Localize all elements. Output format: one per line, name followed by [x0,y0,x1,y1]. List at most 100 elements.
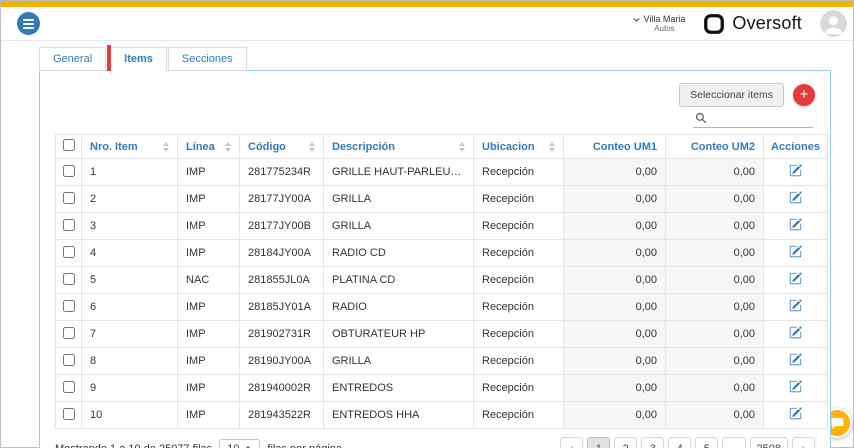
pagination-prev[interactable]: ‹ [560,437,584,448]
cell-codigo: 28184JY00A [239,239,324,267]
row-select-cell [55,401,82,429]
pagination-page-5[interactable]: 5 [695,437,719,448]
edit-button[interactable] [789,272,802,285]
row-checkbox[interactable] [62,272,75,285]
column-header-descripcion[interactable]: Descripción [323,134,474,159]
select-all-cell [55,134,82,159]
add-button[interactable]: + [793,84,815,106]
cell-conteo-um2: 0,00 [665,158,764,186]
edit-button[interactable] [789,164,802,177]
cell-conteo-um1: 0,00 [563,266,666,294]
row-checkbox[interactable] [62,218,75,231]
table-footer-left: Mostrando 1 a 10 de 25077 filas 10 filas… [55,438,342,448]
avatar[interactable] [820,10,847,37]
column-header-nro-item[interactable]: Nro. Item [81,134,178,159]
edit-icon [789,164,802,177]
content-panel: Seleccionar items + Nro. Item Línea Código… [39,70,831,448]
oversoft-logo-icon [703,13,725,35]
row-checkbox[interactable] [62,299,75,312]
edit-button[interactable] [789,191,802,204]
cell-conteo-um1: 0,00 [563,158,666,186]
edit-button[interactable] [789,380,802,393]
edit-icon [789,191,802,204]
pagination: ‹12345...2508 › [560,437,815,448]
sort-icon[interactable] [157,141,169,152]
edit-button[interactable] [789,218,802,231]
sort-icon[interactable] [453,141,465,152]
column-header-conteo-um2: Conteo UM2 [665,134,764,159]
cell-nro-item: 3 [81,212,178,240]
cell-linea: IMP [177,374,240,402]
chevron-down-icon [632,15,641,24]
sort-icon[interactable] [303,141,315,152]
edit-button[interactable] [789,299,802,312]
cell-nro-item: 5 [81,266,178,294]
pagination-page-3[interactable]: 3 [641,437,665,448]
column-label: Acciones [771,140,820,153]
row-checkbox[interactable] [62,380,75,393]
pagination-page-2508[interactable]: 2508 [749,437,788,448]
column-label: Conteo UM2 [690,140,755,153]
row-checkbox[interactable] [62,353,75,366]
row-checkbox[interactable] [62,407,75,420]
cell-nro-item: 6 [81,293,178,321]
header-right: Villa Maria Autos Oversoft [632,10,847,37]
row-checkbox[interactable] [62,191,75,204]
pagination-next[interactable]: › [792,437,815,448]
row-checkbox[interactable] [62,245,75,258]
cell-descripcion: GRILLE HAUT-PARLEUR G [323,158,474,186]
row-checkbox[interactable] [62,326,75,339]
cell-ubicacion: Recepción [473,185,564,213]
page-size-select[interactable]: 10 [219,438,261,448]
tab-general[interactable]: General [39,47,107,71]
table-row: 2 IMP 28177JY00A GRILLA Recepción 0,00 0,00 [55,185,828,213]
edit-button[interactable] [789,245,802,258]
cell-codigo: 28190JY00A [239,347,324,375]
edit-button[interactable] [789,407,802,420]
cell-conteo-um2: 0,00 [665,212,764,240]
edit-button[interactable] [789,326,802,339]
edit-icon [789,218,802,231]
cell-conteo-um1: 0,00 [563,374,666,402]
pagination-page-2[interactable]: 2 [614,437,638,448]
tab-secciones[interactable]: Secciones [167,47,247,71]
account-selector[interactable]: Villa Maria Autos [632,14,685,33]
cell-linea: IMP [177,158,240,186]
chat-bubble-icon [830,416,845,431]
sort-icon[interactable] [543,141,555,152]
sort-icon[interactable] [219,141,231,152]
column-header-linea[interactable]: Línea [177,134,240,159]
edit-button[interactable] [789,353,802,366]
column-header-ubicacion[interactable]: Ubicacion [473,134,564,159]
table-row: 9 IMP 281940002R ENTREDOS Recepción 0,00 0,00 [55,374,828,402]
table-head: Nro. Item Línea Código Descripción Ubicacion… [55,134,828,159]
menu-button[interactable] [17,12,40,35]
edit-icon [789,380,802,393]
cell-conteo-um2: 0,00 [665,239,764,267]
actions-cell [763,239,828,267]
hamburger-icon [23,18,34,29]
pagination-ellipsis[interactable]: ... [722,437,746,448]
row-checkbox[interactable] [62,164,75,177]
cell-codigo: 281940002R [239,374,324,402]
edit-icon [789,299,802,312]
per-page-label: filas por página [267,443,342,448]
pagination-page-4[interactable]: 4 [668,437,692,448]
actions-cell [763,158,828,186]
column-header-codigo[interactable]: Código [239,134,324,159]
search-input[interactable] [712,112,811,124]
cell-codigo: 281775234R [239,158,324,186]
cell-conteo-um1: 0,00 [563,347,666,375]
cell-linea: IMP [177,320,240,348]
toolbar: Seleccionar items + [55,83,815,128]
cell-conteo-um2: 0,00 [665,401,764,429]
select-items-button[interactable]: Seleccionar items [679,83,784,107]
pagination-page-1[interactable]: 1 [587,437,611,448]
cell-conteo-um2: 0,00 [665,347,764,375]
header: Villa Maria Autos Oversoft [1,7,853,41]
tab-items[interactable]: Items [107,45,167,71]
select-all-checkbox[interactable] [62,139,75,151]
cell-descripcion: GRILLA [323,347,474,375]
column-header-acciones: Acciones [763,134,828,159]
cell-descripcion: RADIO [323,293,474,321]
